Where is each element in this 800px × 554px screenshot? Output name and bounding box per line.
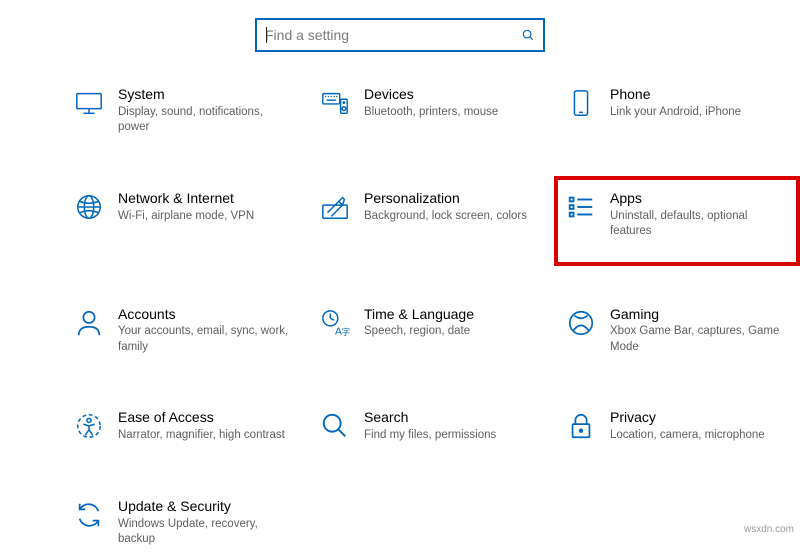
tile-text: Phone Link your Android, iPhone: [610, 86, 788, 120]
tile-title: Personalization: [364, 190, 538, 207]
search-input[interactable]: [265, 27, 521, 43]
tile-text: Network & Internet Wi-Fi, airplane mode,…: [118, 190, 296, 224]
tile-text: Time & Language Speech, region, date: [364, 306, 542, 340]
tile-title: Time & Language: [364, 306, 538, 323]
tile-system[interactable]: System Display, sound, notifications, po…: [70, 80, 300, 142]
search-icon: [521, 28, 535, 42]
tile-title: Phone: [610, 86, 784, 103]
tile-title: Privacy: [610, 409, 784, 426]
tile-ease-of-access[interactable]: Ease of Access Narrator, magnifier, high…: [70, 403, 300, 449]
tile-personalization[interactable]: Personalization Background, lock screen,…: [316, 184, 546, 258]
tile-title: Search: [364, 409, 538, 426]
tile-time-language[interactable]: A 字 Time & Language Speech, region, date: [316, 300, 546, 362]
tile-title: Devices: [364, 86, 538, 103]
tile-text: Search Find my files, permissions: [364, 409, 542, 443]
lock-icon: [566, 411, 596, 441]
tile-title: Apps: [610, 190, 784, 207]
tile-gaming[interactable]: Gaming Xbox Game Bar, captures, Game Mod…: [562, 300, 792, 362]
tile-desc: Bluetooth, printers, mouse: [364, 105, 538, 121]
tile-title: Accounts: [118, 306, 292, 323]
monitor-icon: [74, 88, 104, 118]
tile-desc: Background, lock screen, colors: [364, 209, 538, 225]
tile-text: Accounts Your accounts, email, sync, wor…: [118, 306, 296, 356]
paintbrush-icon: [320, 192, 350, 222]
globe-icon: [74, 192, 104, 222]
svg-text:字: 字: [342, 327, 350, 337]
tile-desc: Uninstall, defaults, optional features: [610, 209, 784, 240]
search-box[interactable]: [255, 18, 545, 52]
tile-desc: Display, sound, notifications, power: [118, 105, 292, 136]
tile-privacy[interactable]: Privacy Location, camera, microphone: [562, 403, 792, 449]
apps-list-icon: [566, 192, 596, 222]
person-icon: [74, 308, 104, 338]
text-cursor: [266, 27, 267, 43]
tile-desc: Find my files, permissions: [364, 428, 538, 444]
tile-title: Gaming: [610, 306, 784, 323]
watermark: wsxdn.com: [744, 524, 794, 535]
tile-phone[interactable]: Phone Link your Android, iPhone: [562, 80, 792, 142]
tile-title: Update & Security: [118, 498, 292, 515]
tile-text: Devices Bluetooth, printers, mouse: [364, 86, 542, 120]
tile-devices[interactable]: Devices Bluetooth, printers, mouse: [316, 80, 546, 142]
tile-accounts[interactable]: Accounts Your accounts, email, sync, wor…: [70, 300, 300, 362]
tile-desc: Link your Android, iPhone: [610, 105, 784, 121]
tile-desc: Narrator, magnifier, high contrast: [118, 428, 292, 444]
tile-text: Apps Uninstall, defaults, optional featu…: [610, 190, 788, 240]
sync-arrows-icon: [74, 500, 104, 530]
tile-text: Personalization Background, lock screen,…: [364, 190, 542, 224]
tile-desc: Windows Update, recovery, backup: [118, 517, 292, 548]
tile-desc: Speech, region, date: [364, 324, 538, 340]
tile-desc: Wi-Fi, airplane mode, VPN: [118, 209, 292, 225]
tile-title: Network & Internet: [118, 190, 292, 207]
tile-search[interactable]: Search Find my files, permissions: [316, 403, 546, 449]
tile-title: System: [118, 86, 292, 103]
search-bar-container: [0, 0, 800, 80]
tile-desc: Your accounts, email, sync, work, family: [118, 324, 292, 355]
tile-update-security[interactable]: Update & Security Windows Update, recove…: [70, 492, 300, 554]
tile-text: Privacy Location, camera, microphone: [610, 409, 788, 443]
tile-desc: Location, camera, microphone: [610, 428, 784, 444]
tile-apps[interactable]: Apps Uninstall, defaults, optional featu…: [562, 184, 792, 258]
xbox-icon: [566, 308, 596, 338]
tile-text: System Display, sound, notifications, po…: [118, 86, 296, 136]
phone-icon: [566, 88, 596, 118]
tile-title: Ease of Access: [118, 409, 292, 426]
accessibility-icon: [74, 411, 104, 441]
settings-grid: System Display, sound, notifications, po…: [0, 80, 800, 554]
tile-text: Update & Security Windows Update, recove…: [118, 498, 296, 548]
tile-text: Ease of Access Narrator, magnifier, high…: [118, 409, 296, 443]
tile-text: Gaming Xbox Game Bar, captures, Game Mod…: [610, 306, 788, 356]
keyboard-speaker-icon: [320, 88, 350, 118]
time-language-icon: A 字: [320, 308, 350, 338]
magnifier-icon: [320, 411, 350, 441]
tile-desc: Xbox Game Bar, captures, Game Mode: [610, 324, 784, 355]
tile-network-internet[interactable]: Network & Internet Wi-Fi, airplane mode,…: [70, 184, 300, 258]
